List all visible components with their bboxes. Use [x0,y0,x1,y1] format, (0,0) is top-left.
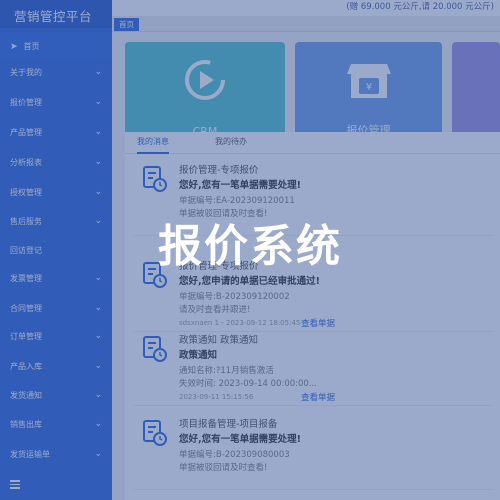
dim-overlay: 报价系统 [0,0,500,500]
overlay-title: 报价系统 [158,221,342,272]
app-root: 营销管控平台 ➤首页关于我的⌄报价管理⌄产品管理⌄分析报表⌄授权管理⌄售后服务⌄… [0,0,500,500]
